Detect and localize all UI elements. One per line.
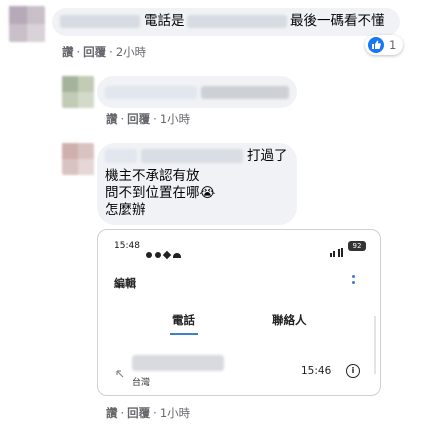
- reply-line-1: 機主不承認有放: [105, 168, 200, 184]
- outgoing-call-icon: [115, 363, 124, 382]
- more-options-icon: [352, 275, 355, 284]
- like-link[interactable]: 讚: [106, 112, 118, 126]
- call-time: 15:46: [301, 365, 332, 377]
- comment-actions: 讚 · 回覆 · 1小時: [106, 406, 191, 420]
- comment-bubble: 打過了 機主不承認有放 問不到位置在哪😭 怎麼辦: [97, 143, 297, 225]
- timestamp[interactable]: 1小時: [160, 406, 190, 420]
- reply-link[interactable]: 回覆: [127, 112, 150, 126]
- reply-line-2: 問不到位置在哪😭: [105, 185, 216, 201]
- redacted-number: [132, 355, 224, 371]
- timestamp[interactable]: 1小時: [160, 112, 190, 126]
- redacted-name: [105, 86, 197, 99]
- reaction-badge[interactable]: 1: [365, 35, 403, 55]
- status-notification-icons: [146, 243, 181, 262]
- avatar[interactable]: [62, 143, 94, 175]
- comment-bubble: [97, 76, 297, 108]
- call-location: 台灣: [132, 378, 151, 388]
- redacted-name: [60, 15, 140, 28]
- header-title: 編輯: [114, 277, 136, 290]
- battery-level: 92: [352, 242, 362, 250]
- reaction-count: 1: [389, 38, 397, 52]
- battery-icon: 92: [348, 241, 366, 251]
- like-link[interactable]: 讚: [62, 45, 74, 59]
- comment-text-prefix: 電話是: [144, 13, 185, 29]
- redacted-name: [141, 149, 243, 163]
- avatar[interactable]: [62, 76, 94, 108]
- tab-underline: [170, 333, 198, 335]
- comment-bubble: 電話是 最後一碼看不懂: [52, 8, 400, 36]
- timestamp[interactable]: 2小時: [116, 45, 146, 59]
- redacted-name: [105, 149, 137, 163]
- info-icon: i: [346, 364, 360, 378]
- like-icon: [368, 37, 384, 53]
- reply-line-3: 怎麼辦: [105, 202, 146, 218]
- redacted-text: [201, 86, 289, 99]
- signal-icon: [330, 242, 346, 261]
- avatar[interactable]: [9, 6, 45, 42]
- reply-link[interactable]: 回覆: [127, 406, 150, 420]
- attached-screenshot[interactable]: 15:48 92 編輯 電話 聯絡人 台灣 15:46 i: [97, 229, 381, 396]
- comment-text-suffix: 最後一碼看不懂: [290, 13, 385, 29]
- comment-actions: 讚 · 回覆 · 2小時: [62, 45, 147, 59]
- like-link[interactable]: 讚: [106, 406, 118, 420]
- tab-phone: 電話: [172, 313, 195, 327]
- tab-contacts: 聯絡人: [272, 313, 307, 327]
- reply-text-suffix: 打過了: [247, 148, 288, 164]
- reply-link[interactable]: 回覆: [83, 45, 106, 59]
- comment-actions: 讚 · 回覆 · 1小時: [106, 112, 191, 126]
- scrollbar: [374, 316, 376, 374]
- status-time: 15:48: [114, 241, 140, 251]
- info-glyph: i: [351, 366, 355, 375]
- redacted-phone: [187, 15, 287, 28]
